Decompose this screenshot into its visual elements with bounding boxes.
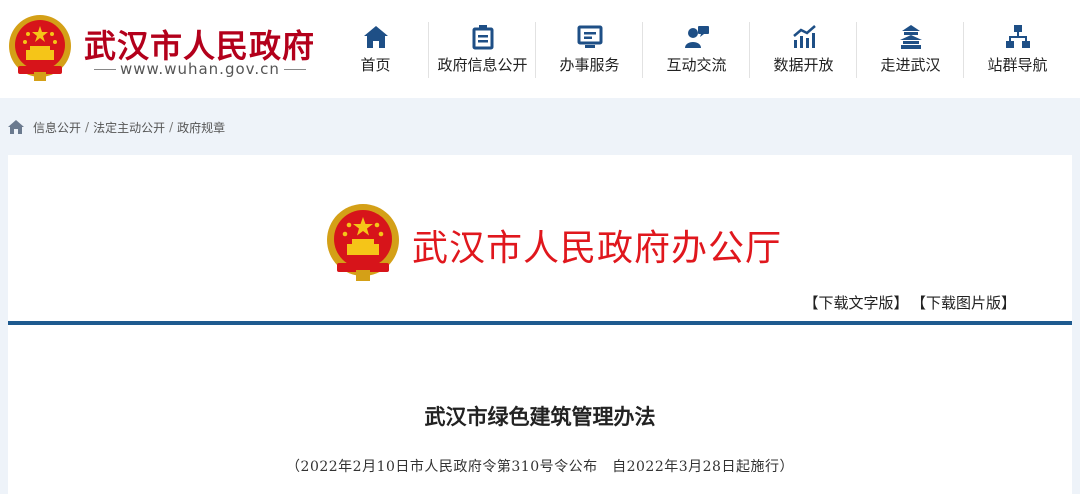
document-subtitle: （2022年2月10日市人民政府令第310号令公布 自2022年3月28日起施行… xyxy=(286,459,794,475)
site-domain: www.wuhan.gov.cn xyxy=(90,60,310,78)
main-nav: 首页 政府信息公开 办事服务 互动交流 数据开放 走进武汉 站群导航 xyxy=(322,0,1080,98)
nav-item-services[interactable]: 办事服务 xyxy=(536,24,643,80)
document-card: 武汉市人民政府办公厅 【下载文字版】 【下载图片版】 武汉市绿色建筑管理办法 （2… xyxy=(8,155,1072,494)
document-icon xyxy=(472,25,493,50)
national-emblem-logo xyxy=(326,203,400,283)
nav-item-label: 办事服务 xyxy=(559,56,620,74)
nav-item-label: 站群导航 xyxy=(987,56,1048,74)
nav-item-label: 走进武汉 xyxy=(880,56,941,74)
nav-item-home[interactable]: 首页 xyxy=(322,24,429,80)
nav-item-label: 互动交流 xyxy=(666,56,727,74)
tower-icon xyxy=(899,25,922,49)
nav-item-site-nav[interactable]: 站群导航 xyxy=(964,24,1071,80)
chat-user-icon xyxy=(684,26,709,48)
breadcrumb-item-info-disclosure[interactable]: 信息公开 xyxy=(33,119,81,136)
breadcrumb: 信息公开 / 法定主动公开 / 政府规章 xyxy=(8,117,225,137)
nav-item-label: 政府信息公开 xyxy=(437,56,528,74)
national-emblem-logo[interactable] xyxy=(8,14,72,82)
home-icon[interactable] xyxy=(8,120,24,134)
header-divider xyxy=(8,321,1072,325)
home-icon xyxy=(363,26,388,48)
breadcrumb-item-statutory[interactable]: 法定主动公开 xyxy=(93,119,165,136)
nav-item-about-wuhan[interactable]: 走进武汉 xyxy=(857,24,964,80)
breadcrumb-separator: / xyxy=(169,120,174,134)
nav-item-open-data[interactable]: 数据开放 xyxy=(750,24,857,80)
download-image-version-link[interactable]: 【下载图片版】 xyxy=(918,294,1016,312)
download-links: 【下载文字版】 【下载图片版】 xyxy=(803,292,1016,313)
document-title: 武汉市绿色建筑管理办法 xyxy=(424,404,656,429)
download-text-version-link[interactable]: 【下载文字版】 xyxy=(803,294,908,312)
nav-item-interaction[interactable]: 互动交流 xyxy=(643,24,750,80)
monitor-icon xyxy=(577,25,602,48)
breadcrumb-item-regulations[interactable]: 政府规章 xyxy=(177,119,225,136)
issuing-office-title: 武汉市人民政府办公厅 xyxy=(412,228,783,269)
nav-item-label: 首页 xyxy=(360,56,391,74)
chart-icon xyxy=(792,25,816,48)
breadcrumb-separator: / xyxy=(85,120,90,134)
nav-item-label: 数据开放 xyxy=(773,56,834,74)
sitemap-icon xyxy=(1005,25,1030,48)
site-header: 武汉市人民政府 www.wuhan.gov.cn 首页 政府信息公开 办事服务 … xyxy=(0,0,1080,98)
nav-item-gov-info[interactable]: 政府信息公开 xyxy=(429,24,536,80)
site-domain-text: www.wuhan.gov.cn xyxy=(120,60,280,78)
